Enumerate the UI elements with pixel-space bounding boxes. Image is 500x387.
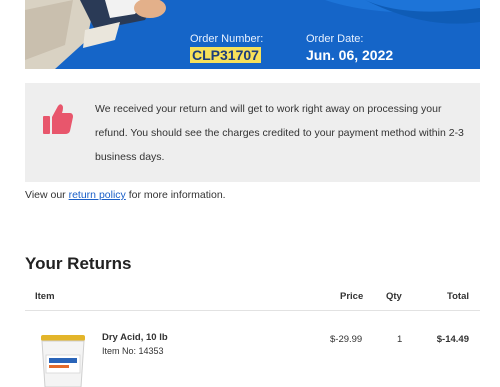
return-policy-line: View our return policy for more informat… (25, 189, 226, 201)
policy-prefix: View our (25, 189, 69, 201)
order-date-block: Order Date: Jun. 06, 2022 (306, 33, 393, 64)
order-number-label: Order Number: (190, 33, 264, 45)
return-policy-link[interactable]: return policy (69, 189, 126, 201)
order-number-value: CLP31707 (190, 47, 261, 63)
order-date-value: Jun. 06, 2022 (306, 47, 394, 63)
returns-heading: Your Returns (25, 254, 132, 273)
col-item: Item (35, 291, 55, 302)
product-total: $-14.49 (436, 334, 469, 345)
product-item-number: Item No: 14353 (102, 346, 164, 356)
order-date-label: Order Date: (306, 33, 364, 45)
product-qty: 1 (397, 334, 403, 345)
order-number-block: Order Number: CLP31707 (190, 33, 263, 64)
table-row: Dry Acid, 10 lb Item No: 14353 $-29.99 1… (25, 311, 480, 387)
thumbs-up-icon (43, 104, 73, 134)
col-total: Total (447, 291, 469, 302)
order-banner: Order Number: CLP31707 Order Date: Jun. … (25, 0, 480, 69)
col-price: Price (340, 291, 364, 302)
returns-table-header: Item Price Qty Total (25, 284, 480, 311)
product-price: $-29.99 (330, 334, 363, 345)
delivery-person-image (25, 0, 205, 69)
product-name[interactable]: Dry Acid, 10 lb (102, 332, 168, 343)
product-bucket-image (41, 335, 85, 387)
return-notice: We received your return and will get to … (25, 83, 480, 182)
col-qty: Qty (386, 291, 402, 302)
policy-suffix: for more information. (125, 189, 226, 201)
notice-message: We received your return and will get to … (95, 103, 464, 163)
